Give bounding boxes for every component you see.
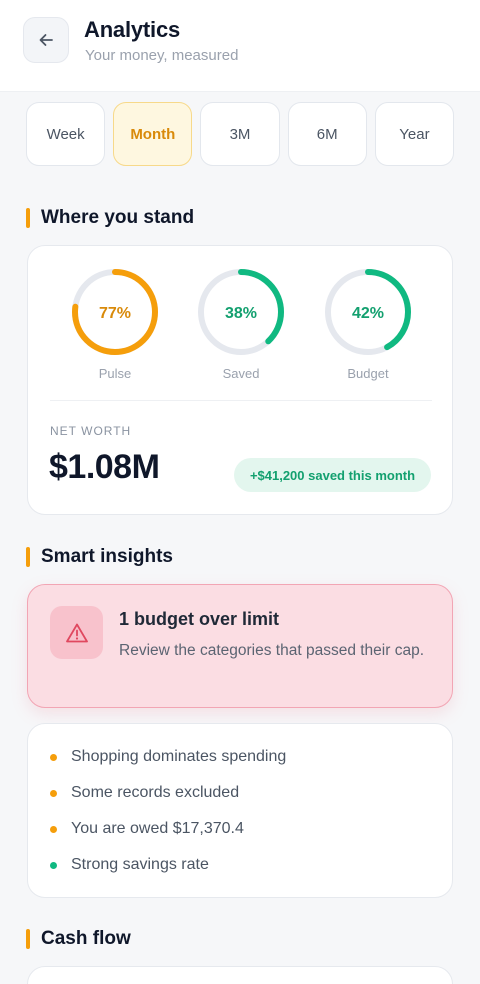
insight-text: You are owed $17,370.4 [71,820,244,837]
net-worth-value: $1.08M [49,448,160,486]
budget-label: Budget [347,366,389,381]
bullet-dot-icon [50,789,57,797]
pulse-label: Pulse [98,366,132,381]
insight-text: Strong savings rate [71,856,209,873]
page-title: Analytics [84,17,181,42]
period-tabs: Week Month 3M 6M Year [26,102,455,166]
budget-alert-card[interactable]: 1 budget over limit Review the categorie… [27,584,453,708]
saved-ring: 38% Saved [195,266,287,381]
cashflow-card [27,966,453,984]
budget-ring: 42% Budget [322,266,414,381]
divider [50,400,432,401]
section-title-insights: Smart insights [26,546,173,568]
insight-text: Shopping dominates spending [71,748,287,765]
page-subtitle: Your money, measured [85,47,239,64]
arrow-left-icon [39,34,53,46]
app-header: Analytics Your money, measured [0,0,480,92]
tab-week[interactable]: Week [26,102,106,166]
saved-label: Saved [222,366,260,381]
tab-year[interactable]: Year [374,102,455,166]
tab-month[interactable]: Month [113,102,193,166]
bullet-dot-icon [50,861,57,869]
pulse-value: 77% [99,305,131,322]
warning-triangle-icon [50,606,103,659]
alert-body: Review the categories that passed their … [119,642,425,659]
insight-text: Some records excluded [71,784,240,801]
list-item: Strong savings rate [50,855,209,875]
saved-ring-chart: 38% [198,269,284,355]
budget-ring-chart: 42% [325,269,411,355]
tab-3m[interactable]: 3M [200,102,280,166]
list-item: Some records excluded [50,783,239,803]
list-item: Shopping dominates spending [50,747,286,767]
section-title-cashflow: Cash flow [26,928,131,950]
section-title-standing: Where you stand [26,207,194,229]
net-worth-label: NET WORTH [50,424,132,438]
budget-value: 42% [352,305,384,322]
saved-value: 38% [225,305,257,322]
list-item: You are owed $17,370.4 [50,819,244,839]
standing-card: 77% Pulse 38% Saved 42% Budget NET WORTH… [27,245,453,515]
alert-title: 1 budget over limit [119,609,280,629]
bullet-dot-icon [50,825,57,833]
saved-this-month-badge: +$41,200 saved this month [234,458,431,492]
bullet-dot-icon [50,753,57,761]
pulse-ring: 77% Pulse [69,266,161,381]
tab-6m[interactable]: 6M [287,102,367,166]
insights-card: Shopping dominates spending Some records… [27,723,453,898]
pulse-ring-chart: 77% [72,269,158,355]
back-button[interactable] [23,17,69,63]
